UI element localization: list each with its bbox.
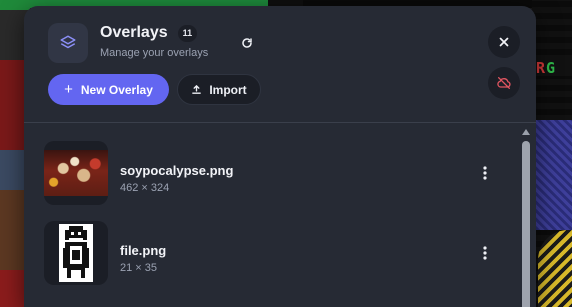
list-item[interactable]: file.png 21 × 35: [24, 221, 520, 291]
overlay-dimensions: 21 × 35: [120, 262, 158, 274]
close-icon: [499, 37, 509, 47]
overlay-dimensions: 462 × 324: [120, 182, 170, 194]
scrollbar[interactable]: [521, 125, 531, 307]
new-overlay-button[interactable]: + New Overlay: [48, 74, 169, 105]
upload-icon: [192, 85, 202, 94]
new-overlay-label: New Overlay: [80, 82, 153, 97]
backdrop-text: RG: [536, 59, 557, 77]
page-title: Overlays: [100, 24, 168, 41]
more-vertical-icon: [483, 166, 487, 180]
overlay-menu-button[interactable]: [476, 161, 494, 185]
overlay-list: soypocalypse.png 462 × 324 file.png 21 ×…: [24, 123, 536, 307]
cloud-off-icon: [497, 77, 511, 89]
list-item[interactable]: soypocalypse.png 462 × 324: [24, 141, 520, 211]
overlay-name: soypocalypse.png: [120, 163, 234, 178]
overlay-thumbnail: [44, 221, 108, 285]
refresh-button[interactable]: [238, 34, 256, 52]
refresh-icon: [242, 38, 252, 48]
overlay-name: file.png: [120, 243, 167, 258]
page-subtitle: Manage your overlays: [100, 47, 209, 59]
close-button[interactable]: [488, 26, 520, 58]
overlay-menu-button[interactable]: [476, 241, 494, 265]
layers-icon: [48, 23, 88, 63]
scrollbar-thumb[interactable]: [522, 141, 530, 307]
hide-overlays-button[interactable]: [488, 67, 520, 99]
overlay-thumbnail: [44, 141, 108, 205]
more-vertical-icon: [483, 246, 487, 260]
import-button[interactable]: Import: [177, 74, 261, 105]
panel-header: Overlays 11 Manage your overlays + New O…: [24, 6, 536, 122]
overlay-count-badge: 11: [177, 24, 198, 42]
overlays-panel: Overlays 11 Manage your overlays + New O…: [24, 6, 536, 307]
import-label: Import: [209, 82, 247, 97]
plus-icon: +: [64, 81, 73, 98]
scroll-up-arrow-icon[interactable]: [522, 129, 530, 135]
